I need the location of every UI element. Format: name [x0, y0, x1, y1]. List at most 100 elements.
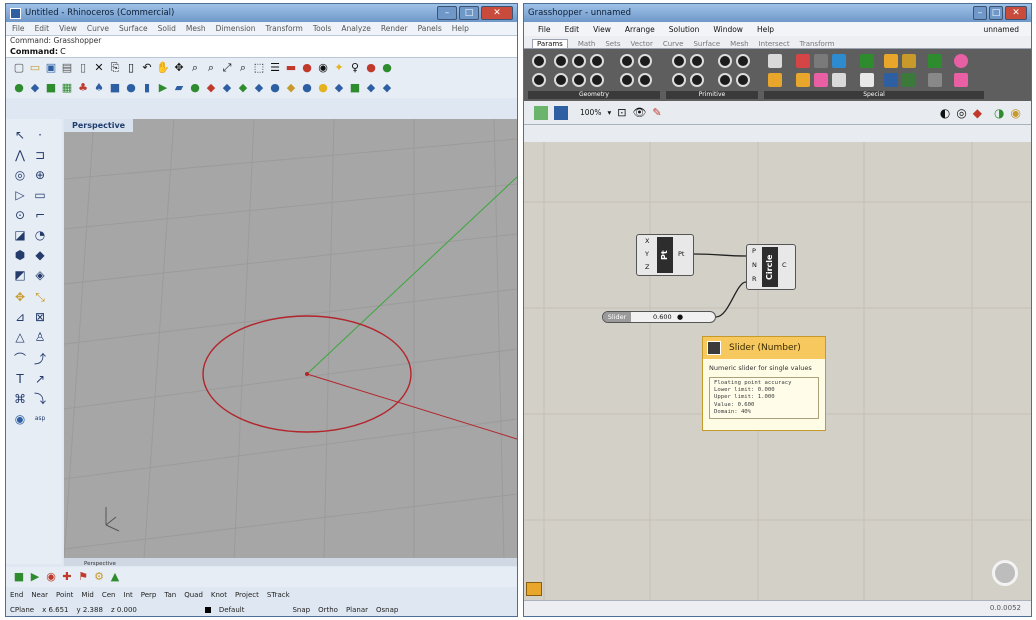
- sun-icon[interactable]: ◆: [364, 81, 378, 95]
- save-icon[interactable]: ▣: [44, 61, 58, 75]
- light-icon[interactable]: ✦: [332, 61, 346, 75]
- rotate-view-icon[interactable]: ✥: [172, 61, 186, 75]
- save-file-icon[interactable]: [554, 105, 568, 120]
- planar-toggle[interactable]: Planar: [346, 606, 368, 614]
- osnap-toggle[interactable]: Osnap: [376, 606, 398, 614]
- port-circle-output[interactable]: C: [782, 261, 787, 269]
- new-file-icon[interactable]: ▢: [12, 61, 26, 75]
- plug-icon[interactable]: ✚: [60, 570, 74, 584]
- special-data-icon[interactable]: [928, 73, 942, 87]
- open-icon[interactable]: [534, 105, 548, 120]
- scale-icon[interactable]: ⤡: [32, 289, 48, 305]
- special-graph-icon[interactable]: [796, 54, 810, 68]
- transform-move-icon[interactable]: ✥: [12, 289, 28, 305]
- play-icon[interactable]: ▶: [28, 570, 42, 584]
- special-sketch-icon[interactable]: [928, 54, 942, 68]
- preview-eye-icon[interactable]: 👁: [632, 106, 646, 119]
- param-circle-icon[interactable]: [572, 54, 586, 68]
- menu-curve[interactable]: Curve: [87, 24, 109, 33]
- split-icon[interactable]: ◆: [236, 81, 250, 95]
- primitive-path-icon[interactable]: [736, 73, 750, 87]
- sphere-icon[interactable]: ●: [124, 81, 138, 95]
- polyline-icon[interactable]: ⋀: [12, 147, 28, 163]
- zoom-dropdown-icon[interactable]: ▾: [607, 108, 611, 117]
- center-point[interactable]: [305, 372, 309, 376]
- box-icon[interactable]: ■: [108, 81, 122, 95]
- polygon-tool-icon[interactable]: ▷: [12, 187, 28, 203]
- rectangle-tool-icon[interactable]: ▭: [32, 187, 48, 203]
- minimize-button[interactable]: –: [437, 6, 457, 20]
- osnap-project[interactable]: Project: [235, 591, 259, 599]
- rectangle-curve-icon[interactable]: ⊐: [32, 147, 48, 163]
- ribbon-category-primitive[interactable]: Primitive: [666, 91, 758, 99]
- gh-menu-arrange[interactable]: Arrange: [625, 25, 655, 34]
- menu-dimension[interactable]: Dimension: [216, 24, 256, 33]
- osnap-end[interactable]: End: [10, 591, 23, 599]
- menu-transform[interactable]: Transform: [266, 24, 303, 33]
- page-icon[interactable]: ▯: [76, 61, 90, 75]
- ribbon-category-special[interactable]: Special: [764, 91, 984, 99]
- render-icon[interactable]: ♀: [348, 61, 362, 75]
- port-x[interactable]: X: [645, 237, 649, 245]
- gh-document-name[interactable]: unnamed: [983, 25, 1019, 34]
- cut-icon[interactable]: ✕: [92, 61, 106, 75]
- solver-icon[interactable]: ◉: [1011, 106, 1021, 120]
- tab-sets[interactable]: Sets: [605, 40, 620, 48]
- slider-value[interactable]: 0.600: [653, 312, 672, 322]
- menu-mesh[interactable]: Mesh: [186, 24, 206, 33]
- ellipse-tool-icon[interactable]: ⊕: [32, 167, 48, 183]
- preview-none-icon[interactable]: ◆: [973, 106, 982, 120]
- viewport-label[interactable]: Perspective: [64, 119, 134, 132]
- navigation-compass-icon[interactable]: [992, 560, 1018, 586]
- menu-help[interactable]: Help: [452, 24, 469, 33]
- flag-icon[interactable]: ⚑: [76, 570, 90, 584]
- preview-shaded-icon[interactable]: ◐: [940, 106, 950, 120]
- rhino-titlebar[interactable]: Untitled - Rhinoceros (Commercial) – □ ✕: [6, 4, 517, 22]
- text-tool-icon[interactable]: T: [12, 371, 28, 387]
- explode-icon[interactable]: ●: [268, 81, 282, 95]
- osnap-int[interactable]: Int: [124, 591, 133, 599]
- command-input[interactable]: C: [60, 47, 66, 56]
- menu-view[interactable]: View: [59, 24, 77, 33]
- gh-menu-window[interactable]: Window: [713, 25, 743, 34]
- gh-maximize-button[interactable]: □: [989, 6, 1003, 20]
- special-jump-icon[interactable]: [902, 54, 916, 68]
- menu-tools[interactable]: Tools: [313, 24, 331, 33]
- special-cluster-icon[interactable]: [902, 73, 916, 87]
- ortho-toggle[interactable]: Ortho: [318, 606, 338, 614]
- surface-tool-icon[interactable]: ●: [12, 81, 26, 95]
- zoom-icon[interactable]: ⌕: [188, 61, 202, 75]
- slider-grip-icon[interactable]: ●: [677, 312, 683, 322]
- gh-menu-file[interactable]: File: [538, 25, 551, 34]
- param-box-icon[interactable]: [532, 54, 546, 68]
- special-value-list-icon[interactable]: [860, 54, 874, 68]
- analyze-icon[interactable]: ◆: [284, 81, 298, 95]
- teapot-icon[interactable]: ●: [364, 61, 378, 75]
- render-preview-icon[interactable]: ■: [12, 570, 26, 584]
- array-icon[interactable]: ⊠: [32, 309, 48, 325]
- osnap-near[interactable]: Near: [31, 591, 48, 599]
- surface-corner-icon[interactable]: ◪: [12, 227, 28, 243]
- port-z[interactable]: Z: [645, 263, 649, 271]
- special-panel-icon[interactable]: [768, 54, 782, 68]
- primitive-colour-icon[interactable]: [690, 54, 704, 68]
- port-radius[interactable]: R: [752, 275, 757, 283]
- primitive-number-icon[interactable]: [690, 73, 704, 87]
- trim-icon[interactable]: ◆: [220, 81, 234, 95]
- extrude-icon[interactable]: ▶: [156, 81, 170, 95]
- solid-tool-icon[interactable]: ■: [44, 81, 58, 95]
- osnap-cen[interactable]: Cen: [102, 591, 116, 599]
- param-line-icon[interactable]: [620, 54, 634, 68]
- osnap-icon[interactable]: ◉: [316, 61, 330, 75]
- select-icon[interactable]: ⬚: [252, 61, 266, 75]
- param-point-icon[interactable]: [638, 73, 652, 87]
- special-slider-icon[interactable]: [768, 73, 782, 87]
- network-icon[interactable]: ▦: [60, 81, 74, 95]
- blend-icon[interactable]: ⤴: [32, 351, 48, 367]
- circle-tool-icon[interactable]: ◎: [12, 167, 28, 183]
- gh-canvas[interactable]: X Y Z Pt Pt P N R Circle C Slider 0.600 …: [524, 142, 1031, 602]
- tab-math[interactable]: Math: [578, 40, 596, 48]
- perspective-viewport[interactable]: Perspective: [64, 119, 517, 559]
- boolean-icon[interactable]: ▰: [172, 81, 186, 95]
- align-icon[interactable]: ⊿: [12, 309, 28, 325]
